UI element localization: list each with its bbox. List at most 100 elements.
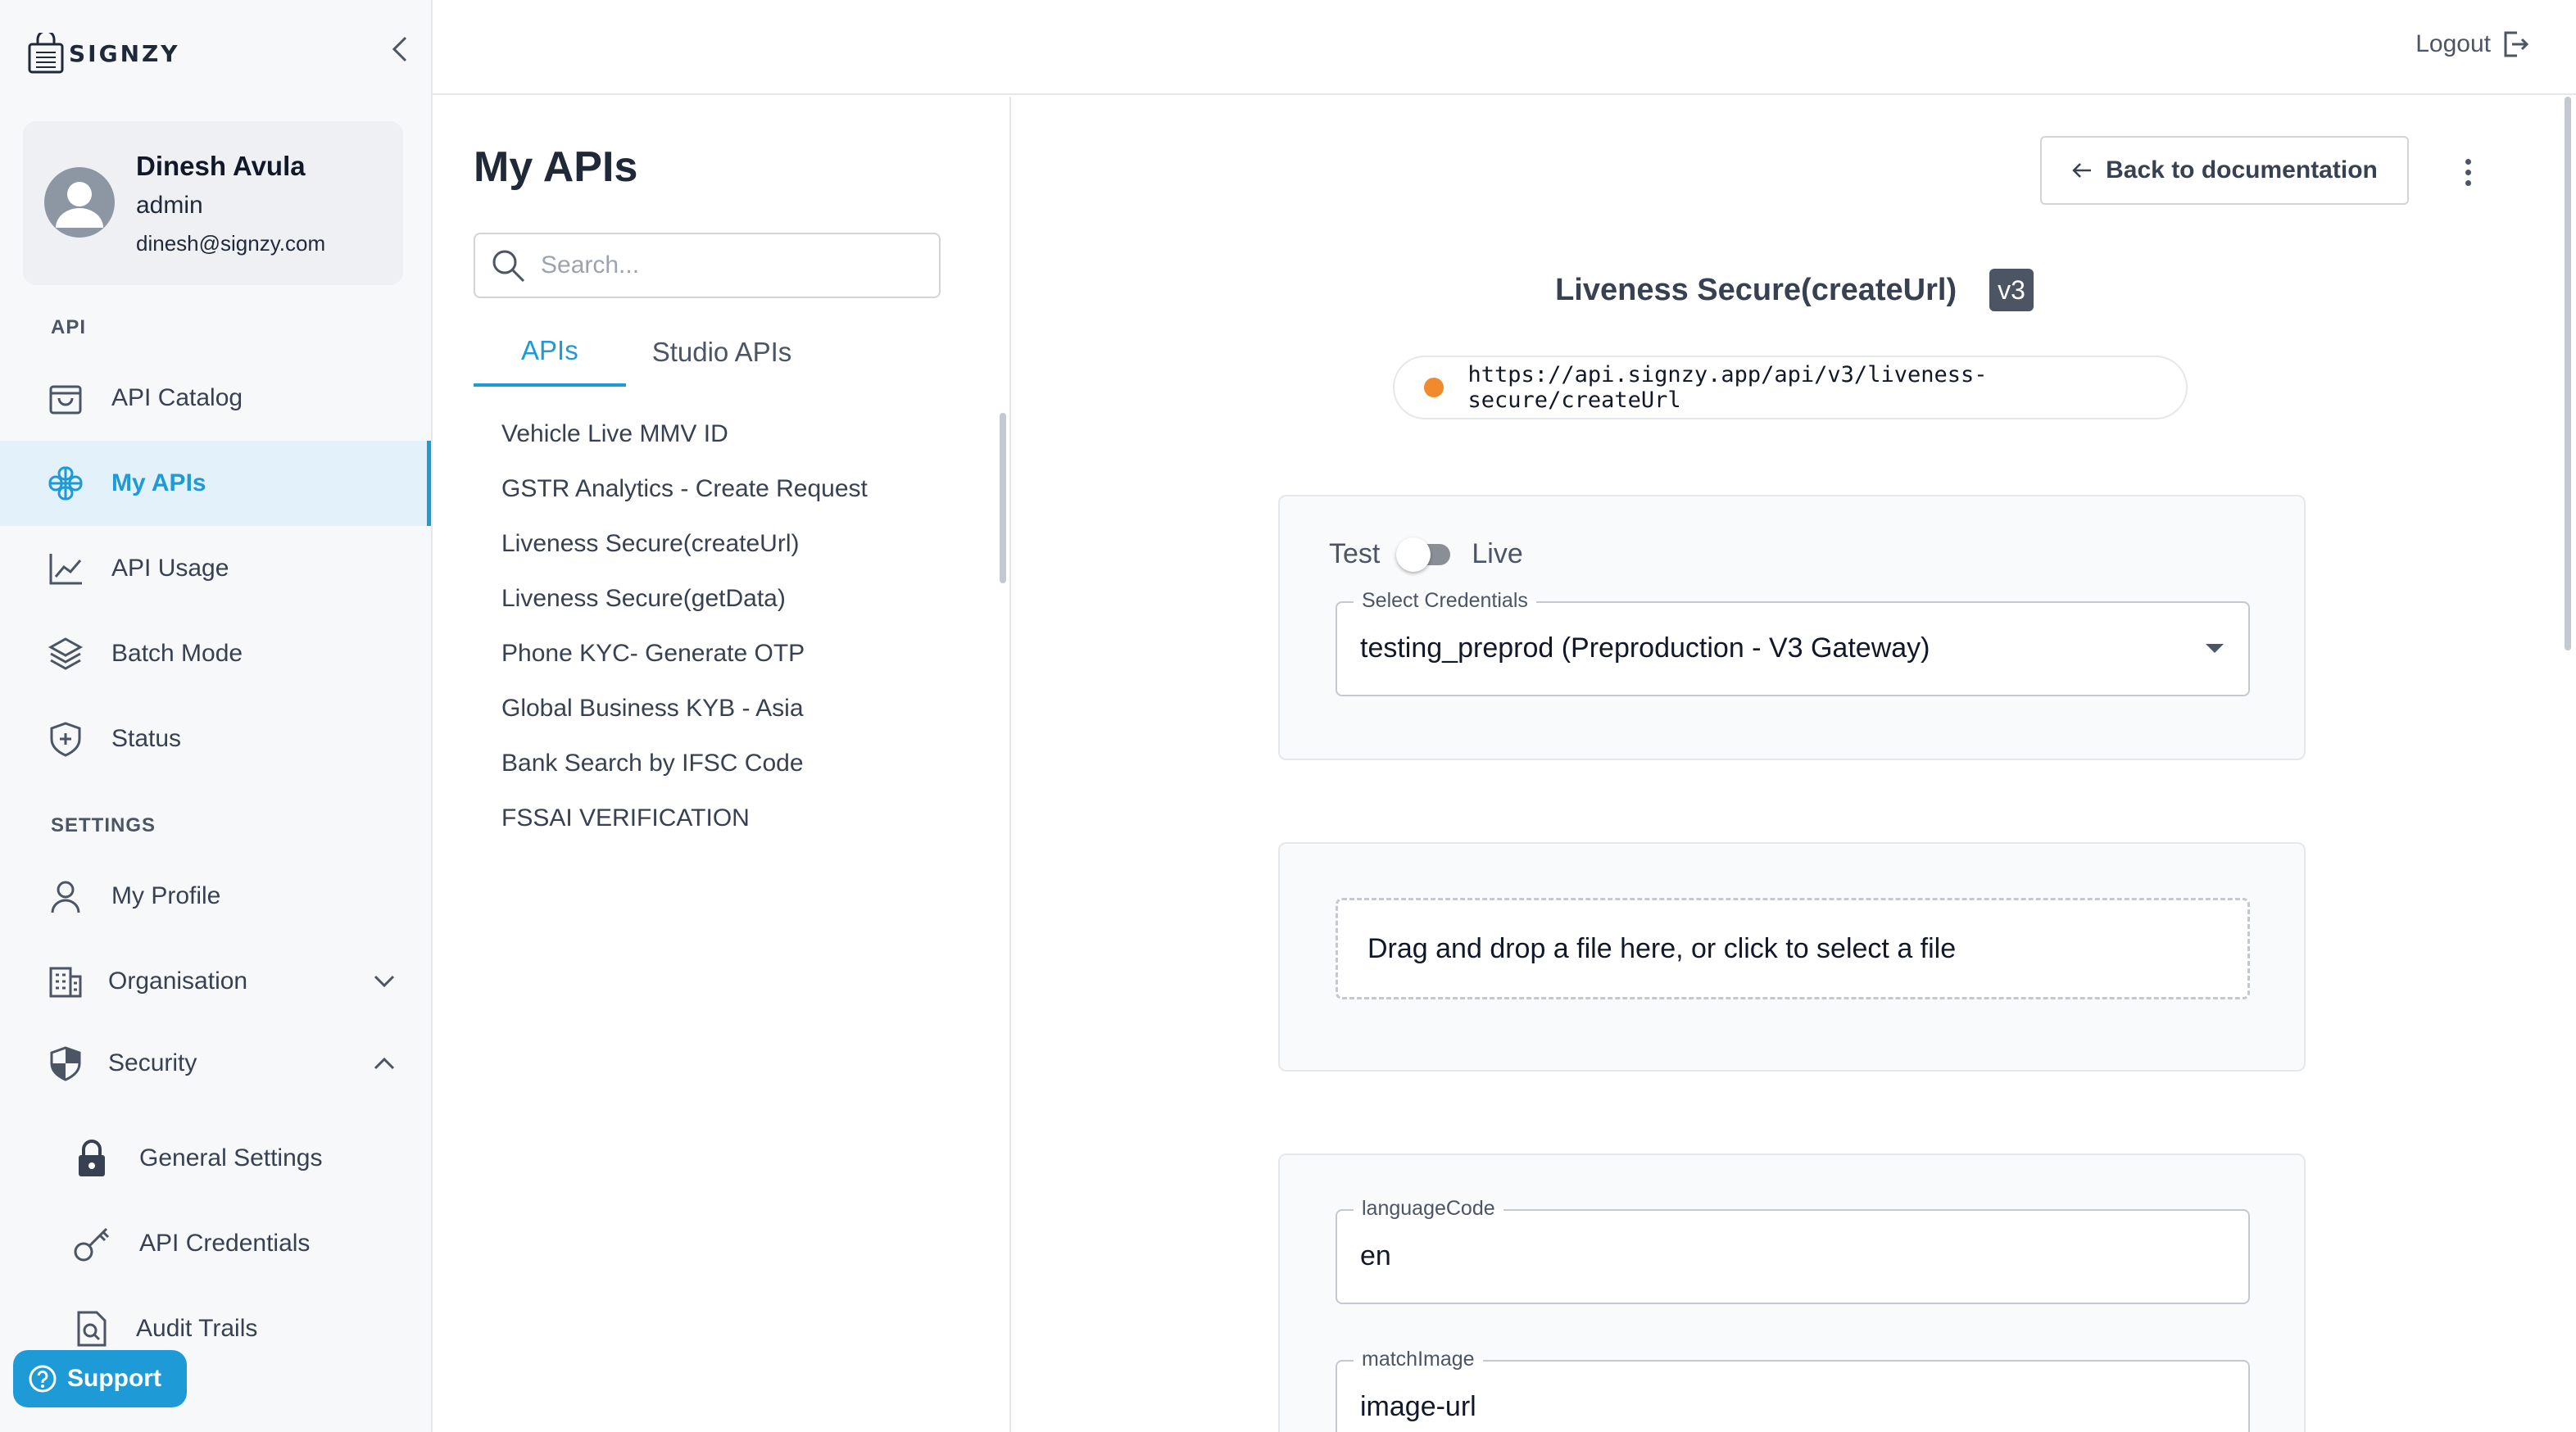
list-item[interactable]: Vehicle Live MMV ID	[501, 406, 868, 461]
list-item[interactable]: Phone KYC- Generate OTP	[501, 626, 868, 681]
sidebar-item-label: API Credentials	[139, 1230, 311, 1257]
line-chart-icon	[46, 549, 85, 588]
chevron-up-icon[interactable]	[370, 1049, 398, 1077]
logout-label: Logout	[2415, 30, 2491, 57]
env-test-label: Test	[1329, 537, 1381, 569]
sidebar-subitem-api-credentials[interactable]: API Credentials	[0, 1203, 431, 1285]
more-options-icon[interactable]	[2451, 152, 2484, 192]
sidebar-item-label: Status	[111, 725, 182, 752]
sidebar: SIGNZY Dinesh Avula admin dinesh@signzy.…	[0, 0, 433, 1432]
api-list: Vehicle Live MMV ID GSTR Analytics - Cre…	[501, 406, 868, 845]
sidebar-item-label: Security	[108, 1049, 197, 1076]
match-image-field[interactable]: matchImage image-url	[1336, 1348, 2250, 1432]
support-label: Support	[67, 1365, 161, 1392]
file-upload-card: Drag and drop a file here, or click to s…	[1278, 842, 2306, 1072]
arrow-left-icon	[2072, 163, 2092, 178]
brand-name: SIGNZY	[69, 39, 180, 67]
environment-toggle-row: Test Live	[1329, 537, 1523, 572]
user-email: dinesh@signzy.com	[136, 231, 326, 256]
status-dot	[1424, 378, 1444, 397]
tab-apis[interactable]: APIs	[474, 318, 626, 387]
environment-toggle[interactable]	[1396, 537, 1455, 572]
sidebar-item-organisation[interactable]: Organisation	[0, 939, 431, 1024]
language-code-field[interactable]: languageCode en	[1336, 1197, 2250, 1304]
endpoint-url-text: https://api.signzy.app/api/v3/liveness-s…	[1467, 362, 1988, 413]
page-scrollbar[interactable]	[2565, 97, 2571, 650]
list-item[interactable]: Global Business KYB - Asia	[501, 681, 868, 736]
version-badge: v3	[1989, 269, 2034, 311]
sidebar-item-api-usage[interactable]: API Usage	[0, 526, 431, 611]
document-search-icon	[72, 1309, 111, 1348]
sidebar-item-label: My APIs	[111, 469, 206, 496]
lock-icon	[72, 1139, 111, 1178]
api-detail-panel: Back to documentation Liveness Secure(cr…	[1013, 97, 2576, 1432]
support-button[interactable]: Support	[13, 1350, 187, 1407]
list-item[interactable]: FSSAI VERIFICATION	[501, 791, 868, 845]
help-circle-icon	[29, 1365, 57, 1393]
back-to-documentation-button[interactable]: Back to documentation	[2040, 136, 2409, 205]
language-code-label: languageCode	[1354, 1197, 1503, 1221]
sidebar-item-label: General Settings	[139, 1144, 323, 1171]
sidebar-subitem-general-settings[interactable]: General Settings	[0, 1117, 431, 1199]
shield-icon	[46, 1044, 85, 1083]
layers-icon	[46, 634, 85, 673]
search-icon	[492, 250, 525, 283]
page-title: My APIs	[474, 143, 638, 191]
sidebar-item-status[interactable]: Status	[0, 696, 431, 782]
chevron-down-icon[interactable]	[370, 968, 398, 995]
sidebar-item-my-profile[interactable]: My Profile	[0, 854, 431, 939]
section-label-api: API	[51, 316, 87, 338]
back-label: Back to documentation	[2106, 156, 2378, 184]
shopping-bag-icon	[46, 378, 85, 418]
sidebar-item-label: API Catalog	[111, 384, 243, 411]
search-box[interactable]	[474, 233, 941, 298]
section-label-settings: SETTINGS	[51, 814, 156, 836]
user-role: admin	[136, 192, 203, 219]
logout-icon	[2504, 31, 2529, 57]
list-item[interactable]: Liveness Secure(createUrl)	[501, 516, 868, 571]
sidebar-item-security[interactable]: Security	[0, 1021, 431, 1106]
tab-studio-apis[interactable]: Studio APIs	[626, 318, 819, 387]
caret-down-icon	[2206, 644, 2224, 653]
logout-button[interactable]: Logout	[2415, 29, 2530, 59]
sidebar-item-label: Audit Trails	[136, 1315, 258, 1342]
sidebar-item-api-catalog[interactable]: API Catalog	[0, 356, 431, 441]
credentials-value: testing_preprod (Preproduction - V3 Gate…	[1360, 632, 1930, 664]
list-item[interactable]: Liveness Secure(getData)	[501, 571, 868, 626]
match-image-value: image-url	[1360, 1391, 1476, 1422]
avatar	[44, 167, 115, 238]
sidebar-item-label: Batch Mode	[111, 640, 243, 667]
api-tabs: APIs Studio APIs	[474, 318, 818, 387]
chevron-left-icon	[392, 36, 407, 62]
sidebar-item-label: My Profile	[111, 882, 221, 909]
params-card: languageCode en matchImage image-url	[1278, 1153, 2306, 1432]
search-input[interactable]	[541, 252, 901, 279]
credentials-label: Select Credentials	[1354, 589, 1536, 613]
sidebar-item-label: Organisation	[108, 968, 248, 995]
api-heading: Liveness Secure(createUrl) v3	[1013, 269, 2576, 311]
credentials-select[interactable]: Select Credentials testing_preprod (Prep…	[1336, 589, 2250, 696]
shield-plus-icon	[46, 719, 85, 759]
sidebar-item-label: API Usage	[111, 555, 229, 582]
list-item[interactable]: Bank Search by IFSC Code	[501, 736, 868, 791]
user-name: Dinesh Avula	[136, 151, 306, 181]
profile-card: Dinesh Avula admin dinesh@signzy.com	[23, 121, 403, 285]
env-live-label: Live	[1472, 537, 1523, 569]
list-scrollbar[interactable]	[1000, 413, 1006, 583]
sidebar-item-my-apis[interactable]: My APIs	[0, 441, 431, 526]
signzy-logo-icon	[28, 33, 64, 74]
person-icon	[46, 877, 85, 916]
sidebar-item-batch-mode[interactable]: Batch Mode	[0, 611, 431, 696]
signzy-logo[interactable]: SIGNZY	[28, 33, 180, 74]
my-apis-panel: My APIs APIs Studio APIs Vehicle Live MM…	[433, 97, 1011, 1432]
api-title: Liveness Secure(createUrl)	[1555, 272, 1957, 307]
endpoint-url: https://api.signzy.app/api/v3/liveness-s…	[1393, 356, 2188, 419]
building-icon	[46, 962, 85, 1001]
credentials-card: Test Live Select Credentials testing_pre…	[1278, 495, 2306, 760]
list-item[interactable]: GSTR Analytics - Create Request	[501, 461, 868, 516]
match-image-label: matchImage	[1354, 1348, 1483, 1371]
api-icon	[46, 464, 85, 503]
topbar: Logout	[433, 0, 2576, 95]
collapse-sidebar-button[interactable]	[385, 33, 415, 66]
file-dropzone[interactable]: Drag and drop a file here, or click to s…	[1336, 898, 2250, 999]
